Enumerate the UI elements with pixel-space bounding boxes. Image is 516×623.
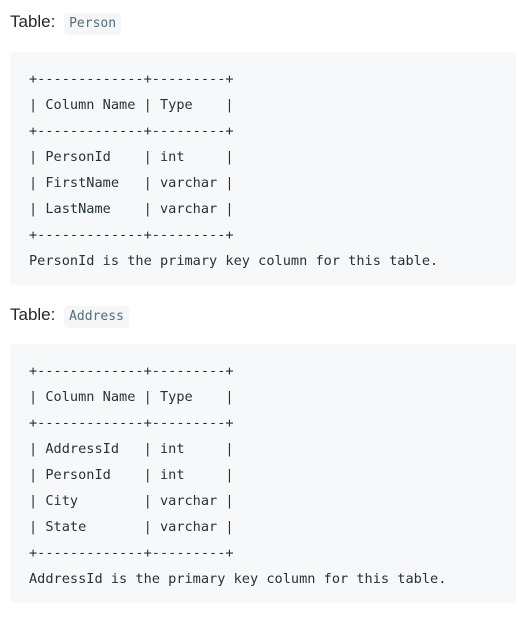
- schema-row: | City | varchar |: [29, 493, 234, 509]
- border-line: +-------------+---------+: [29, 123, 234, 139]
- primary-key-note: AddressId is the primary key column for …: [29, 571, 447, 587]
- border-line: +-------------+---------+: [29, 545, 234, 561]
- schema-row: | PersonId | int |: [29, 467, 234, 483]
- header-row: | Column Name | Type |: [29, 97, 234, 113]
- header-row: | Column Name | Type |: [29, 389, 234, 405]
- border-line: +-------------+---------+: [29, 415, 234, 431]
- address-table-heading: Table: Address: [10, 304, 129, 328]
- schema-row: | AddressId | int |: [29, 441, 234, 457]
- primary-key-note: PersonId is the primary key column for t…: [29, 253, 439, 269]
- table-label: Table:: [10, 305, 56, 324]
- schema-row: | PersonId | int |: [29, 149, 234, 165]
- table-name-code: Person: [64, 13, 122, 35]
- person-schema-block: +-------------+---------+ | Column Name |…: [10, 52, 516, 285]
- border-line: +-------------+---------+: [29, 227, 234, 243]
- border-line: +-------------+---------+: [29, 363, 234, 379]
- person-table-heading: Table: Person: [10, 11, 122, 35]
- table-label: Table:: [10, 12, 56, 31]
- schema-row: | FirstName | varchar |: [29, 175, 234, 191]
- border-line: +-------------+---------+: [29, 71, 234, 87]
- schema-text: +-------------+---------+ | Column Name |…: [29, 358, 516, 592]
- schema-text: +-------------+---------+ | Column Name |…: [29, 66, 516, 274]
- table-name-code: Address: [64, 306, 129, 328]
- address-schema-block: +-------------+---------+ | Column Name |…: [10, 344, 516, 603]
- schema-row: | LastName | varchar |: [29, 201, 234, 217]
- schema-row: | State | varchar |: [29, 519, 234, 535]
